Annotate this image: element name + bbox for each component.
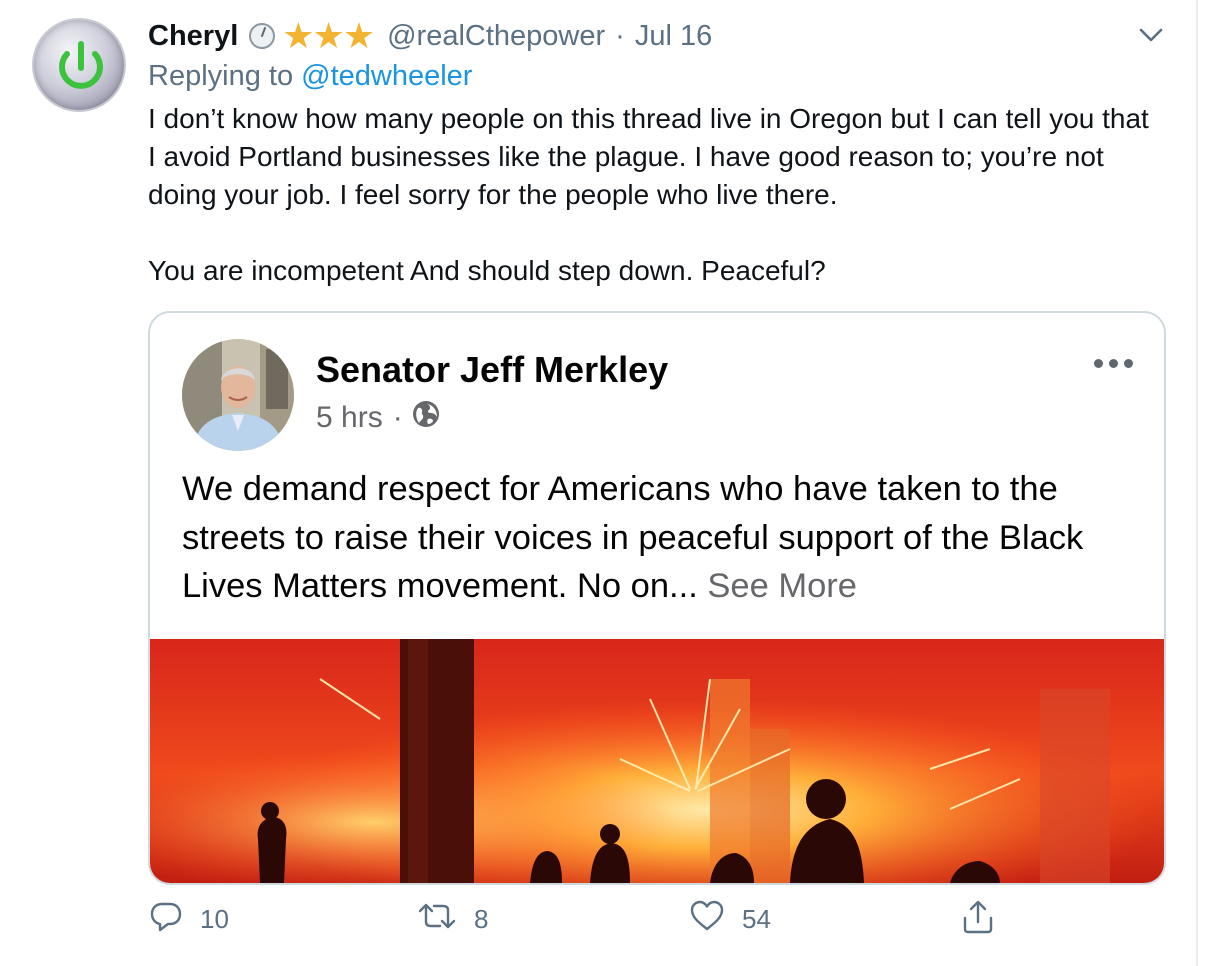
reply-count: 10 (200, 904, 229, 934)
star-icon: ★ (282, 15, 314, 56)
tweet-header: Cheryl ★ ★ ★ @realCthepower · Jul 16 (148, 16, 712, 56)
stars: ★ ★ ★ (282, 15, 375, 56)
post-text-body: We demand respect for Americans who have… (182, 470, 1084, 605)
star-icon: ★ (342, 15, 375, 56)
tweet-date[interactable]: Jul 16 (635, 20, 712, 53)
retweet-button[interactable]: 8 (418, 900, 488, 939)
like-icon (690, 900, 724, 939)
embedded-screenshot-card[interactable]: Senator Jeff Merkley 5 hrs · We demand r… (148, 311, 1166, 885)
reply-button[interactable]: 10 (150, 900, 229, 939)
reply-mention-link[interactable]: @tedwheeler (301, 60, 472, 92)
header-separator: · (615, 19, 625, 52)
chevron-down-icon[interactable] (1136, 24, 1166, 51)
retweet-icon (418, 900, 456, 939)
post-text: We demand respect for Americans who have… (182, 465, 1142, 611)
see-more-link[interactable]: See More (707, 567, 857, 605)
tweet-paragraph: You are incompetent And should step down… (148, 255, 826, 286)
replying-prefix: Replying to (148, 60, 294, 92)
reply-icon (150, 900, 182, 939)
tweet-actions: 10 8 54 (0, 900, 1198, 946)
share-button[interactable] (962, 900, 994, 941)
author-handle[interactable]: @realCthepower (387, 20, 605, 53)
like-count: 54 (742, 904, 771, 934)
power-icon (59, 41, 103, 89)
post-meta-separator: · (392, 401, 403, 434)
tweet-text: I don’t know how many people on this thr… (148, 100, 1158, 290)
author-name[interactable]: Cheryl (148, 20, 238, 53)
avatar[interactable] (32, 18, 126, 112)
post-author-name: Senator Jeff Merkley (316, 349, 669, 390)
retweet-count: 8 (474, 904, 489, 934)
protest-fire-photo (150, 639, 1164, 883)
post-author-avatar (182, 339, 294, 451)
tweet-paragraph: I don’t know how many people on this thr… (148, 103, 1149, 210)
share-icon (962, 900, 994, 941)
globe-icon (411, 399, 441, 437)
post-time: 5 hrs (316, 401, 383, 434)
replying-to: Replying to @tedwheeler (148, 60, 472, 93)
tweet[interactable]: Cheryl ★ ★ ★ @realCthepower · Jul 16 Rep… (0, 0, 1198, 966)
post-meta: 5 hrs · (316, 399, 441, 437)
like-button[interactable]: 54 (690, 900, 771, 939)
star-icon: ★ (312, 15, 345, 56)
clock-icon (248, 22, 276, 50)
post-more-options-icon[interactable] (1094, 359, 1133, 368)
